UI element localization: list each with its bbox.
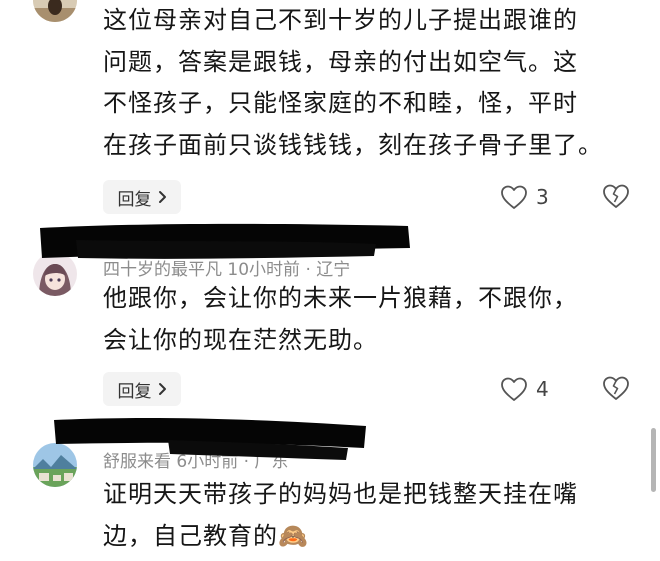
- redaction-mark: [54, 418, 366, 460]
- comment-line: 证明天天带孩子的妈妈也是把钱整天挂在嘴: [103, 480, 578, 508]
- dislike-button[interactable]: [601, 182, 631, 212]
- reply-button[interactable]: 回复: [103, 372, 181, 406]
- reply-label: 回复: [117, 381, 152, 402]
- comment-body: 证明天天带孩子的妈妈也是把钱整天挂在嘴 边，自己教育的🙈: [103, 474, 578, 557]
- dislike-button[interactable]: [601, 374, 631, 404]
- broken-heart-icon: [603, 376, 629, 400]
- heart-outline-icon: [501, 185, 527, 209]
- comment-line: 这位母亲对自己不到十岁的儿子提出跟谁的: [103, 6, 578, 34]
- comment-line: 他跟你，会让你的未来一片狼藉，不跟你，: [103, 284, 578, 312]
- avatar[interactable]: [33, 0, 77, 22]
- avatar-image: [33, 0, 77, 22]
- heart-outline-icon: [501, 377, 527, 401]
- comment-line: 在孩子面前只谈钱钱钱，刻在孩子骨子里了。: [103, 130, 603, 159]
- redaction-mark: [40, 223, 410, 259]
- like-count: 4: [536, 377, 549, 401]
- comment-body: 这位母亲对自己不到十岁的儿子提出跟谁的 问题，答案是跟钱，母亲的付出如空气。这 …: [103, 0, 603, 166]
- comment-line: 边，自己教育的🙈: [103, 521, 309, 550]
- like-button[interactable]: 3: [500, 180, 549, 214]
- like-count: 3: [536, 185, 549, 209]
- comment-body: 他跟你，会让你的未来一片狼藉，不跟你， 会让你的现在茫然无助。: [103, 278, 578, 361]
- comment-line: 不怪孩子，只能怪家庭的不和睦，怪，平时: [103, 89, 578, 117]
- chevron-right-icon: [158, 191, 166, 203]
- comment-line: 问题，答案是跟钱，母亲的付出如空气。这: [103, 47, 578, 76]
- broken-heart-icon: [603, 184, 629, 208]
- like-button[interactable]: 4: [500, 372, 549, 406]
- scrollbar-thumb[interactable]: [651, 428, 656, 492]
- reply-label: 回复: [117, 189, 152, 210]
- reply-button[interactable]: 回复: [103, 180, 181, 214]
- comment-line: 会让你的现在茫然无助。: [103, 325, 378, 354]
- chevron-right-icon: [158, 383, 166, 395]
